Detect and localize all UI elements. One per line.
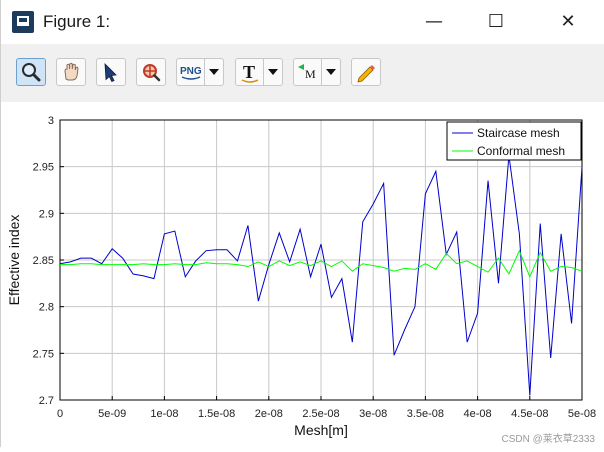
marker-dropdown-arrow[interactable] — [321, 59, 340, 85]
text-dropdown-arrow[interactable] — [263, 59, 282, 85]
x-tick-label: 5e-08 — [568, 408, 596, 420]
hand-icon — [64, 62, 79, 81]
x-tick-label: 2e-08 — [255, 408, 283, 420]
text-tool-button[interactable]: T — [235, 58, 283, 86]
target-zoom-icon — [143, 64, 161, 82]
y-tick-label: 2.85 — [33, 255, 54, 267]
maximize-button[interactable]: ☐ — [473, 0, 519, 44]
app-icon — [12, 11, 34, 33]
watermark: CSDN @莱衣草2333 — [501, 434, 595, 445]
svg-text:M: M — [305, 67, 316, 81]
svg-text:PNG: PNG — [180, 66, 202, 77]
legend: Staircase mesh Conformal mesh — [446, 121, 582, 161]
grid — [59, 119, 583, 401]
pan-button[interactable] — [56, 58, 86, 86]
close-button[interactable]: ✕ — [545, 0, 591, 44]
x-tick-label: 2.5e-08 — [302, 408, 339, 420]
x-axis-label: Mesh[m] — [294, 422, 348, 438]
zoom-region-button[interactable] — [136, 58, 166, 86]
x-tick-label: 1.5e-08 — [198, 408, 235, 420]
export-dropdown-arrow[interactable] — [204, 59, 223, 85]
x-tick-label: 4e-08 — [464, 408, 492, 420]
y-tick-label: 2.9 — [39, 208, 54, 220]
toolbar: PNG T M — [1, 44, 604, 102]
legend-label: Staircase mesh — [477, 126, 560, 140]
x-tick-label: 3.5e-08 — [407, 408, 444, 420]
minimize-button[interactable]: — — [411, 0, 457, 44]
export-png-button[interactable]: PNG — [176, 58, 224, 86]
x-tick-label: 3e-08 — [359, 408, 387, 420]
png-icon: PNG — [180, 66, 202, 80]
arrow-cursor-icon — [104, 62, 117, 83]
edit-button[interactable] — [351, 58, 381, 86]
plot-area: 0 5e-09 1e-08 1.5e-08 2e-08 2.5e-08 3e-08 3.5e-… — [1, 102, 604, 447]
y-tick-label: 3 — [48, 115, 54, 127]
select-button[interactable] — [96, 58, 126, 86]
zoom-button[interactable] — [16, 58, 46, 86]
legend-label: Conformal mesh — [477, 144, 565, 158]
y-tick-label: 2.8 — [39, 302, 54, 314]
text-tool-icon: T — [241, 62, 259, 83]
title-bar: Figure 1: — ☐ ✕ — [1, 0, 604, 44]
x-tick-label: 4.5e-08 — [511, 408, 548, 420]
svg-text:T: T — [243, 62, 255, 82]
y-tick-label: 2.95 — [33, 162, 54, 174]
chart-canvas[interactable]: 0 5e-09 1e-08 1.5e-08 2e-08 2.5e-08 3e-08 3.5e-… — [1, 102, 604, 447]
window-title: Figure 1: — [43, 12, 111, 31]
y-axis-label: Effective index — [6, 215, 22, 306]
x-tick-label: 0 — [57, 408, 63, 420]
marker-icon: M — [298, 64, 316, 81]
magnifier-icon — [22, 63, 41, 82]
y-tick-label: 2.75 — [33, 348, 54, 360]
pencil-icon — [357, 65, 375, 83]
x-tick-label: 1e-08 — [150, 408, 178, 420]
marker-button[interactable]: M — [293, 58, 341, 86]
figure-window: Figure 1: — ☐ ✕ PNG T M 0 5e-09 1e-08 1.… — [0, 0, 604, 447]
x-tick-label: 5e-09 — [98, 408, 126, 420]
y-tick-label: 2.7 — [39, 395, 54, 407]
